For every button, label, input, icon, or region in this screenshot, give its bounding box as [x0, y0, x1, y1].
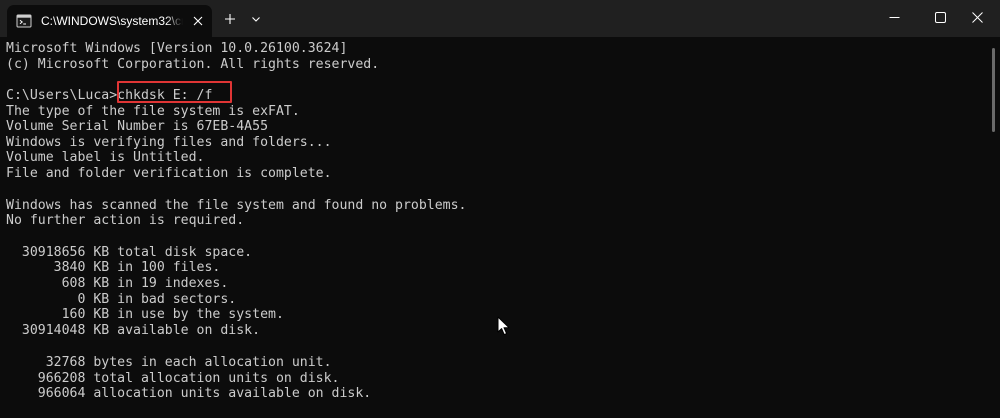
- scrollbar[interactable]: [992, 48, 995, 132]
- terminal-icon: [16, 14, 32, 28]
- terminal-line: 0 KB in bad sectors.: [6, 292, 237, 307]
- terminal-line: Volume label is Untitled.: [6, 150, 205, 165]
- chevron-down-icon: [252, 17, 260, 22]
- tab-title: C:\WINDOWS\system32\cmd.exe: [41, 14, 183, 28]
- terminal-line: 30918656 KB total disk space.: [6, 245, 253, 260]
- terminal-line: 32768 bytes in each allocation unit.: [6, 355, 332, 370]
- terminal-line: Microsoft Windows [Version 10.0.26100.36…: [6, 41, 348, 56]
- tab-close-button[interactable]: [190, 13, 206, 29]
- terminal-line: 30914048 KB available on disk.: [6, 323, 261, 338]
- terminal-line: Windows has scanned the file system and …: [6, 198, 467, 213]
- tab-cmd[interactable]: C:\WINDOWS\system32\cmd.exe: [7, 5, 212, 37]
- new-tab-button[interactable]: [217, 7, 243, 31]
- terminal-line: 966064 allocation units available on dis…: [6, 386, 372, 401]
- maximize-icon: [934, 11, 946, 23]
- terminal-line: No further action is required.: [6, 213, 245, 228]
- terminal-line: 608 KB in 19 indexes.: [6, 276, 229, 291]
- terminal-line: The type of the file system is exFAT.: [6, 104, 300, 119]
- close-button[interactable]: [954, 0, 1000, 34]
- terminal-line: (c) Microsoft Corporation. All rights re…: [6, 57, 380, 72]
- terminal-line: 966208 total allocation units on disk.: [6, 371, 340, 386]
- terminal-output[interactable]: Microsoft Windows [Version 10.0.26100.36…: [0, 37, 985, 418]
- terminal-line: 3840 KB in 100 files.: [6, 260, 221, 275]
- command-highlight: [117, 81, 232, 103]
- terminal-line: File and folder verification is complete…: [6, 166, 332, 181]
- terminal-window: C:\WINDOWS\system32\cmd.exe: [0, 0, 1000, 418]
- title-bar: C:\WINDOWS\system32\cmd.exe: [0, 0, 1000, 37]
- minimize-button[interactable]: [871, 0, 917, 34]
- terminal-line: Windows is verifying files and folders..…: [6, 135, 332, 150]
- minimize-icon: [889, 16, 899, 18]
- mouse-pointer-icon: [497, 316, 510, 336]
- terminal-line: 160 KB in use by the system.: [6, 307, 284, 322]
- tab-dropdown-button[interactable]: [243, 7, 269, 31]
- terminal-line: Volume Serial Number is 67EB-4A55: [6, 119, 269, 134]
- close-icon: [971, 11, 983, 23]
- close-icon: [193, 16, 203, 26]
- plus-icon: [225, 14, 235, 24]
